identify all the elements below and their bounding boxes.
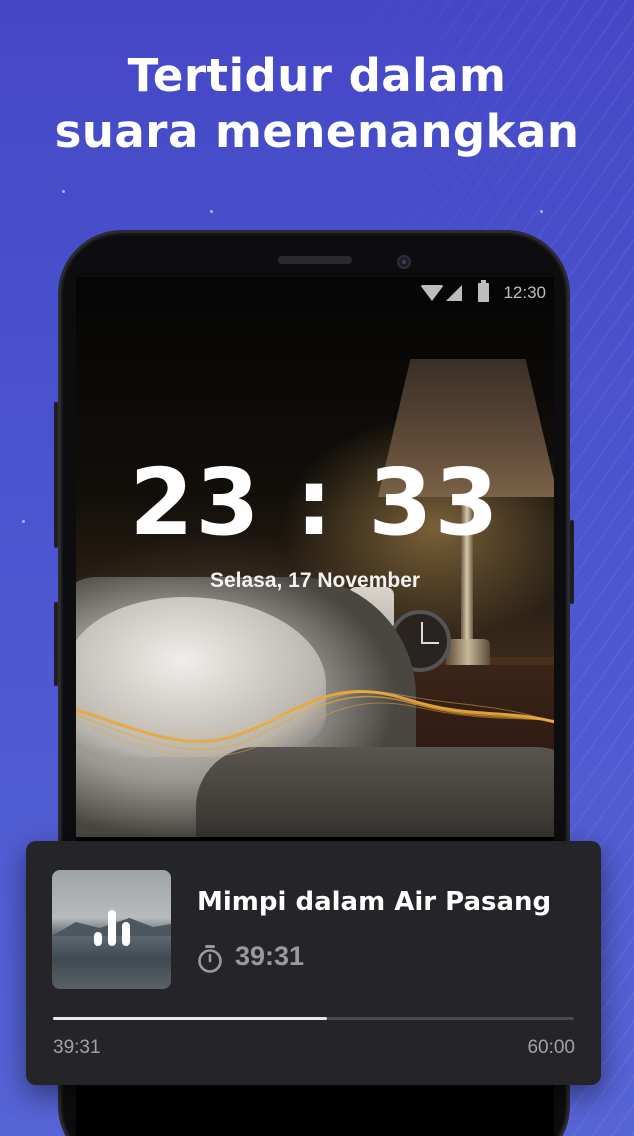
phone-side-button — [54, 602, 58, 686]
phone-side-button — [570, 520, 574, 604]
track-thumbnail[interactable] — [52, 870, 171, 989]
timer-icon — [198, 945, 222, 973]
track-title: Mimpi dalam Air Pasang — [197, 887, 552, 917]
promo-headline: Tertidur dalam suara menenangkan — [0, 48, 634, 160]
status-time: 12:30 — [503, 283, 546, 302]
star-decoration — [210, 210, 213, 213]
lamp-base-image — [446, 639, 490, 665]
now-playing-card[interactable]: Mimpi dalam Air Pasang 39:31 39:31 60:00 — [26, 841, 601, 1085]
timer-value: 39:31 — [235, 941, 305, 971]
lock-screen-time: 23 : 33 — [129, 449, 501, 556]
phone-side-button — [54, 402, 58, 548]
progress-fill — [53, 1017, 328, 1020]
status-bar: 12:30 — [76, 277, 554, 311]
star-decoration — [62, 190, 65, 193]
star-decoration — [540, 210, 543, 213]
elapsed-time: 39:31 — [53, 1037, 101, 1058]
headline-line-2: suara menenangkan — [54, 105, 580, 158]
star-decoration — [22, 520, 25, 523]
equalizer-icon — [94, 910, 130, 946]
sound-wave-graphic — [76, 689, 554, 757]
signal-icon — [446, 285, 462, 301]
front-camera — [397, 255, 411, 269]
total-duration: 60:00 — [527, 1037, 575, 1058]
headline-line-1: Tertidur dalam — [127, 49, 507, 102]
wifi-icon — [420, 285, 444, 301]
progress-bar[interactable] — [53, 1017, 574, 1020]
phone-speaker — [278, 256, 352, 264]
battery-icon — [478, 280, 489, 302]
lock-screen-date: Selasa, 17 November — [209, 569, 421, 592]
